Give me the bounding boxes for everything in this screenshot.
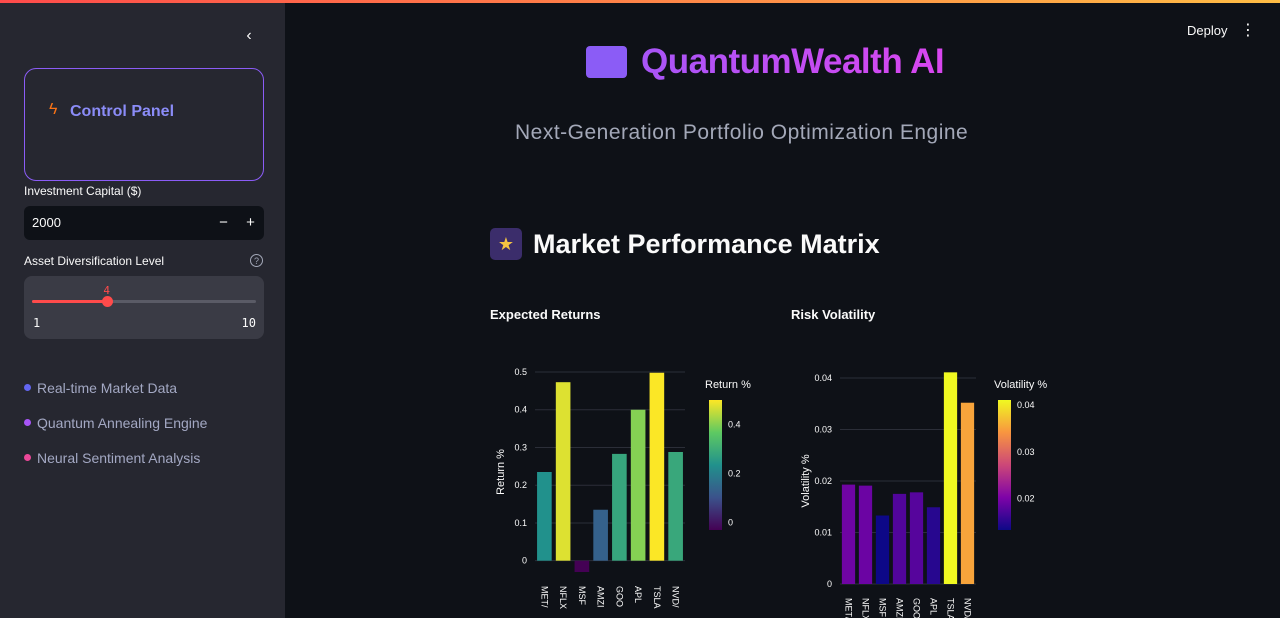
section-title: Market Performance Matrix [533, 228, 880, 259]
x-tick-label: APL [929, 598, 939, 615]
bullet-dot-icon [24, 454, 31, 461]
colorbar-tick-label: 0.03 [1017, 447, 1035, 457]
lightning-icon: ϟ [49, 101, 58, 118]
volatility-chart: 0 0.01 0.02 0.03 0.04 Volatility % MET/NFLX MSF… [800, 372, 1047, 618]
folder-icon [586, 46, 627, 78]
section-header: ★ Market Performance Matrix [490, 228, 880, 260]
x-tick-label: AMZI [596, 586, 606, 608]
diversification-slider: 4 1 10 [24, 276, 264, 339]
colorbar [998, 400, 1011, 530]
slider-thumb[interactable] [101, 296, 113, 307]
y-tick-label: 0.4 [514, 405, 527, 415]
feature-label: Quantum Annealing Engine [37, 415, 208, 431]
bar [960, 402, 975, 584]
slider-min-label: 1 [33, 316, 41, 330]
shooting-star-icon: ★ [490, 228, 522, 260]
x-tick-label: TSLA [652, 586, 662, 609]
feature-item: Neural Sentiment Analysis [24, 450, 200, 466]
colorbar [709, 400, 722, 530]
y-tick-label: 0 [522, 556, 527, 566]
x-tick-label: GOO [912, 598, 922, 618]
returns-chart: 0 0.1 0.2 0.3 0.4 0.5 Return % MET/NFLX MSF AMZI G… [495, 367, 751, 609]
control-panel-title: Control Panel [70, 103, 175, 120]
bar [537, 472, 552, 561]
increment-button[interactable]: + [237, 206, 264, 240]
colorbar-tick-label: 0.4 [728, 420, 741, 430]
returns-chart-title: Expected Returns [490, 307, 601, 322]
x-tick-label: APL [633, 586, 643, 603]
y-tick-label: 0 [827, 579, 832, 589]
colorbar-tick-label: 0.02 [1017, 494, 1035, 504]
bar [926, 507, 941, 584]
slider-fill [32, 300, 107, 303]
bar [943, 372, 958, 584]
y-tick-label: 0.04 [814, 373, 832, 383]
capital-input-field[interactable]: 2000 [24, 206, 210, 240]
slider-max-label: 10 [241, 316, 256, 330]
y-tick-label: 0.1 [514, 518, 527, 528]
y-tick-label: 0.03 [814, 425, 832, 435]
x-tick-label: NVD/ [963, 598, 973, 618]
slider-track[interactable] [32, 296, 256, 307]
bar [612, 453, 627, 561]
x-tick-label: NVD/ [671, 586, 681, 608]
colorbar-title: Return % [705, 379, 751, 391]
x-tick-label: NFLX [558, 586, 568, 609]
bar [909, 492, 924, 584]
bar [841, 484, 856, 584]
y-tick-label: 0.3 [514, 442, 527, 452]
collapse-sidebar-icon[interactable]: ‹ [238, 25, 260, 47]
x-tick-label: MSF [878, 598, 888, 618]
more-menu-icon[interactable]: ⋮ [1240, 20, 1256, 42]
bullet-dot-icon [24, 419, 31, 426]
colorbar-title: Volatility % [994, 379, 1047, 391]
y-tick-label: 0.02 [814, 476, 832, 486]
app-title: QuantumWealth AI [641, 42, 945, 81]
x-tick-label: GOO [614, 586, 624, 607]
bar [574, 560, 590, 572]
deploy-button[interactable]: Deploy [1180, 20, 1234, 41]
diversification-label: Asset Diversification Level [24, 254, 165, 268]
y-tick-label: 0.01 [814, 528, 832, 538]
x-tick-label: MET/ [539, 586, 549, 608]
colorbar-tick-label: 0 [728, 518, 733, 528]
bar [593, 509, 608, 561]
hero-header: QuantumWealth AI [586, 42, 945, 82]
control-panel-card: ϟ Control Panel [24, 68, 264, 181]
feature-item: Quantum Annealing Engine [24, 415, 207, 431]
bar [630, 409, 646, 561]
bar [892, 493, 907, 584]
app-subtitle: Next-Generation Portfolio Optimization E… [515, 121, 969, 144]
bullet-dot-icon [24, 384, 31, 391]
x-tick-label: MET/ [844, 598, 854, 618]
y-axis-label: Volatility % [800, 454, 812, 507]
bar [668, 452, 683, 561]
x-tick-label: TSLA [946, 598, 956, 618]
feature-label: Neural Sentiment Analysis [37, 450, 201, 466]
bar [555, 382, 571, 561]
capital-number-input: 2000 − + [24, 206, 264, 240]
x-tick-label: NFLX [861, 598, 871, 618]
help-icon[interactable]: ? [250, 254, 263, 267]
bar [875, 515, 890, 584]
y-tick-label: 0.2 [514, 480, 527, 490]
x-tick-label: AMZI [895, 598, 905, 618]
feature-item: Real-time Market Data [24, 380, 177, 396]
colorbar-tick-label: 0.04 [1017, 400, 1035, 410]
y-axis-label: Return % [495, 449, 507, 495]
x-tick-label: MSF [577, 586, 587, 606]
volatility-chart-title: Risk Volatility [791, 307, 876, 322]
y-tick-label: 0.5 [514, 367, 527, 377]
bar [858, 485, 873, 584]
decrement-button[interactable]: − [210, 206, 237, 240]
colorbar-tick-label: 0.2 [728, 469, 741, 479]
bar [649, 372, 665, 561]
capital-label: Investment Capital ($) [24, 184, 142, 198]
sidebar: ‹ ϟ Control Panel Investment Capital ($)… [0, 3, 285, 618]
feature-label: Real-time Market Data [37, 380, 178, 396]
